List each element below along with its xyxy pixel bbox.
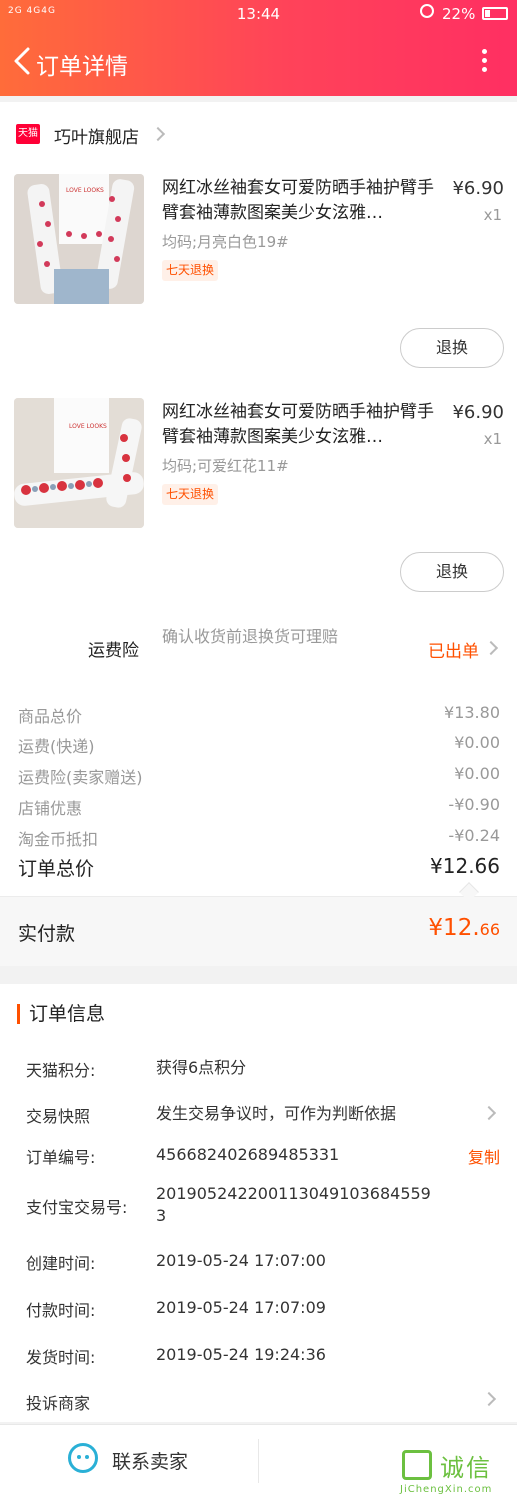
product-thumbnail[interactable]: LOVE LOOKS — [14, 398, 144, 528]
amount-paid-value: ¥12.66 — [428, 915, 500, 941]
product-sku: 均码;可爱红花11# — [162, 457, 289, 475]
copy-button[interactable]: 复制 — [468, 1144, 500, 1168]
product-title: 网红冰丝袖套女可爱防晒手袖护臂手臂套袖薄款图案美少女泫雅… — [162, 402, 434, 447]
clock: 13:44 — [236, 5, 281, 23]
fee-label: 店铺优惠 — [18, 799, 83, 818]
alarm-icon — [420, 4, 434, 18]
fee-label: 运费(快递) — [18, 737, 95, 756]
info-value: 获得6点积分 — [156, 1058, 247, 1077]
info-value: 2019-05-24 17:07:00 — [156, 1251, 326, 1270]
product-sku: 均码;月亮白色19# — [162, 233, 289, 251]
navbar: 订单详情 — [0, 36, 517, 86]
amount-paid-main: ¥12. — [428, 915, 480, 941]
chevron-right-icon — [150, 126, 166, 142]
info-label: 支付宝交易号: — [26, 1198, 128, 1217]
order-item[interactable]: LOVE LOOKS 网红冰丝袖套女可爱防晒手袖护臂手臂套袖薄款图案美少女泫雅…… — [0, 398, 517, 622]
more-options-icon[interactable] — [474, 46, 494, 76]
watermark-logo: 诚信 JiChengXin.com — [400, 1448, 512, 1498]
info-value: 456682402689485331 — [156, 1145, 340, 1164]
fee-label: 淘金币抵扣 — [18, 830, 99, 849]
fee-value: -¥0.24 — [448, 826, 500, 845]
fee-row: 店铺优惠 -¥0.90 — [18, 795, 500, 819]
return-exchange-button[interactable]: 退换 — [400, 552, 504, 592]
svg-text:LOVE LOOKS: LOVE LOOKS — [66, 187, 104, 194]
watermark-url: JiChengXin.com — [400, 1484, 493, 1495]
chat-icon — [68, 1443, 98, 1473]
info-label: 投诉商家 — [26, 1394, 91, 1413]
product-title: 网红冰丝袖套女可爱防晒手袖护臂手臂套袖薄款图案美少女泫雅… — [162, 178, 434, 223]
watermark-icon — [402, 1450, 432, 1480]
amount-paid-box: 实付款 ¥12.66 — [0, 896, 517, 966]
back-arrow-icon[interactable] — [10, 46, 36, 76]
fee-row: 运费(快递) ¥0.00 — [18, 733, 500, 757]
info-value: 2019-05-24 17:07:09 — [156, 1298, 326, 1317]
order-info-title: 订单信息 — [17, 1004, 105, 1024]
order-item[interactable]: LOVE LOOKS 网红冰丝袖套女可爱防晒手袖护臂手臂套袖薄款图案美少女泫雅…… — [0, 174, 517, 398]
product-price: ¥6.90 — [452, 402, 504, 423]
divider — [258, 1439, 259, 1483]
app-header: 2G 4G4G 13:44 22% 订单详情 — [0, 0, 517, 96]
info-value: 发生交易争议时，可作为判断依据 — [156, 1104, 397, 1123]
page-title: 订单详情 — [36, 54, 128, 80]
battery-icon — [482, 7, 508, 20]
info-label: 创建时间: — [26, 1254, 96, 1273]
insurance-status: 已出单 — [428, 642, 479, 662]
info-label: 天猫积分: — [26, 1061, 96, 1080]
shop-name: 巧叶旗舰店 — [54, 128, 139, 148]
product-price: ¥6.90 — [452, 178, 504, 199]
tmall-badge: 天猫 — [16, 124, 40, 144]
return-exchange-button[interactable]: 退换 — [400, 328, 504, 368]
return-policy-tag: 七天退换 — [162, 260, 219, 281]
insurance-label: 运费险 — [88, 641, 139, 661]
info-value: 2019052422001130491036845593 — [156, 1184, 431, 1225]
info-label: 订单编号: — [26, 1148, 96, 1167]
contact-seller-label: 联系卖家 — [112, 1451, 189, 1473]
status-bar: 2G 4G4G 13:44 22% — [0, 0, 517, 28]
insurance-description: 确认收货前退换货可理赔 — [162, 627, 339, 646]
product-quantity: x1 — [483, 206, 502, 224]
fee-row: 运费险(卖家赠送) ¥0.00 — [18, 764, 500, 788]
info-label: 交易快照 — [26, 1107, 91, 1126]
fee-value: ¥0.00 — [454, 733, 500, 752]
shop-row[interactable]: 天猫 巧叶旗舰店 — [0, 116, 517, 152]
fee-row: 商品总价 ¥13.80 — [18, 703, 500, 727]
svg-text:LOVE LOOKS: LOVE LOOKS — [69, 423, 107, 430]
fee-value: ¥0.00 — [454, 764, 500, 783]
fee-label: 运费险(卖家赠送) — [18, 768, 143, 787]
amount-paid-cents: 66 — [479, 920, 500, 939]
order-total-row: 订单总价 ¥12.66 — [18, 854, 500, 881]
info-value: 2019-05-24 19:24:36 — [156, 1345, 326, 1364]
fee-value: -¥0.90 — [448, 795, 500, 814]
fee-row: 淘金币抵扣 -¥0.24 — [18, 826, 500, 850]
info-label: 发货时间: — [26, 1348, 96, 1367]
fee-label: 商品总价 — [18, 707, 83, 726]
product-thumbnail[interactable]: LOVE LOOKS — [14, 174, 144, 304]
return-policy-tag: 七天退换 — [162, 484, 219, 505]
fee-value: ¥13.80 — [444, 703, 500, 722]
amount-paid-label: 实付款 — [18, 923, 76, 945]
order-total-value: ¥12.66 — [430, 854, 500, 878]
watermark-text: 诚信 — [440, 1454, 492, 1482]
product-quantity: x1 — [483, 430, 502, 448]
battery-percent: 22% — [442, 5, 476, 23]
order-total-label: 订单总价 — [18, 858, 95, 880]
info-label: 付款时间: — [26, 1301, 96, 1320]
